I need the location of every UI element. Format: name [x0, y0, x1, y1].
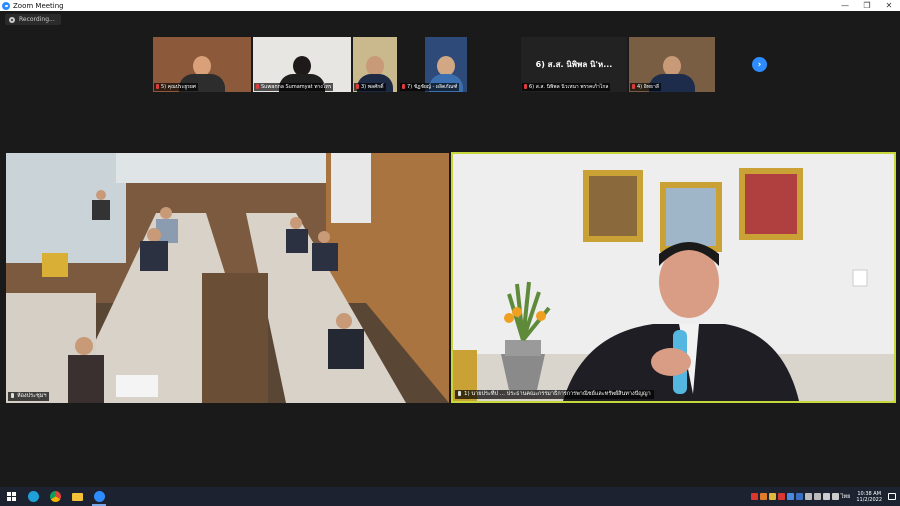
- participant-name: 5) คุณประยูรยศ: [154, 83, 198, 91]
- network-icon[interactable]: [822, 493, 830, 500]
- muted-mic-icon: [356, 84, 359, 89]
- app-tray-icon[interactable]: [768, 493, 776, 500]
- muted-mic-icon: [402, 84, 405, 89]
- participant-name: 7) ชัฏชัยญ์ - ผลิตภัณฑ์: [400, 83, 460, 91]
- participant-name: 1) นายประทีป ... ประธานคณะกรรมาธิการการพ…: [455, 390, 654, 399]
- file-explorer-taskbar-button[interactable]: [66, 487, 88, 506]
- muted-mic-icon: [524, 84, 527, 89]
- meeting-room-video: [6, 153, 449, 403]
- minimize-button[interactable]: —: [834, 0, 856, 11]
- system-tray: ไทย 10:38 AM 11/2/2022: [750, 487, 900, 506]
- participant-strip: 5) คุณประยูรยศ Suwanna Sumamyat ทางโทร 3…: [153, 37, 715, 92]
- volume-icon[interactable]: [831, 493, 839, 500]
- app-tray-icon[interactable]: [795, 493, 803, 500]
- muted-mic-icon: [156, 84, 159, 89]
- participant-thumbnail[interactable]: Suwanna Sumamyat ทางโทร: [253, 37, 351, 92]
- recording-indicator[interactable]: Recording...: [5, 14, 61, 25]
- participant-name: 4) อิทธาลี: [630, 83, 661, 91]
- record-icon: [9, 16, 15, 23]
- window-title: Zoom Meeting: [13, 1, 64, 10]
- participant-thumbnail[interactable]: 7) ชัฏชัยญ์ - ผลิตภัณฑ์: [399, 37, 519, 92]
- clock-time: 10:38 AM: [857, 490, 882, 497]
- clock-date: 11/2/2022: [856, 496, 882, 503]
- speaker-video: [453, 154, 894, 401]
- restore-button[interactable]: ❐: [856, 0, 878, 11]
- participant-name: 6) ส.ส. นิพิพล นิวเหนา พรรคเก้าไกล: [522, 83, 611, 91]
- mic-icon: [458, 391, 461, 396]
- close-button[interactable]: ✕: [878, 0, 900, 11]
- zoom-icon: [93, 491, 105, 502]
- participant-thumbnail[interactable]: 5) คุณประยูรยศ: [153, 37, 251, 92]
- video-tile-meeting-room[interactable]: ห้องประชุมฯ: [6, 153, 449, 403]
- windows-taskbar: ไทย 10:38 AM 11/2/2022: [0, 487, 900, 506]
- app-tray-icon[interactable]: [759, 493, 767, 500]
- video-tile-active-speaker[interactable]: 1) นายประทีป ... ประธานคณะกรรมาธิการการพ…: [451, 152, 896, 403]
- app-tray-icon[interactable]: [750, 493, 758, 500]
- app-tray-icon[interactable]: [804, 493, 812, 500]
- start-button[interactable]: [0, 487, 22, 506]
- folder-icon: [71, 492, 83, 501]
- app-tray-icon[interactable]: [786, 493, 794, 500]
- window-titlebar: Zoom Meeting — ❐ ✕: [0, 0, 900, 11]
- next-page-button[interactable]: ›: [752, 57, 767, 72]
- participant-thumbnail[interactable]: 6) ส.ส. นิพิพล นิ'ห... 6) ส.ส. นิพิพล นิ…: [521, 37, 627, 92]
- participant-thumbnail[interactable]: 4) อิทธาลี: [629, 37, 715, 92]
- zoom-taskbar-button[interactable]: [88, 487, 110, 506]
- chevron-right-icon: ›: [757, 59, 762, 70]
- system-clock[interactable]: 10:38 AM 11/2/2022: [856, 491, 882, 503]
- participant-name: 3) พลศักดิ์: [354, 83, 386, 91]
- chrome-icon: [49, 491, 61, 502]
- participant-thumbnail[interactable]: 3) พลศักดิ์: [353, 37, 397, 92]
- notifications-icon[interactable]: [888, 493, 896, 500]
- muted-mic-icon: [256, 84, 259, 89]
- app-tray-icon[interactable]: [813, 493, 821, 500]
- zoom-app-icon: [2, 1, 10, 10]
- mic-icon: [11, 393, 14, 398]
- windows-logo-icon: [6, 492, 16, 501]
- app-tray-icon[interactable]: [777, 493, 785, 500]
- edge-icon: [27, 491, 39, 502]
- edge-taskbar-button[interactable]: [22, 487, 44, 506]
- participant-name: Suwanna Sumamyat ทางโทร: [254, 83, 334, 91]
- recording-label: Recording...: [19, 16, 55, 23]
- participant-name: ห้องประชุมฯ: [8, 392, 50, 401]
- muted-mic-icon: [632, 84, 635, 89]
- chrome-taskbar-button[interactable]: [44, 487, 66, 506]
- input-language[interactable]: ไทย: [841, 493, 851, 501]
